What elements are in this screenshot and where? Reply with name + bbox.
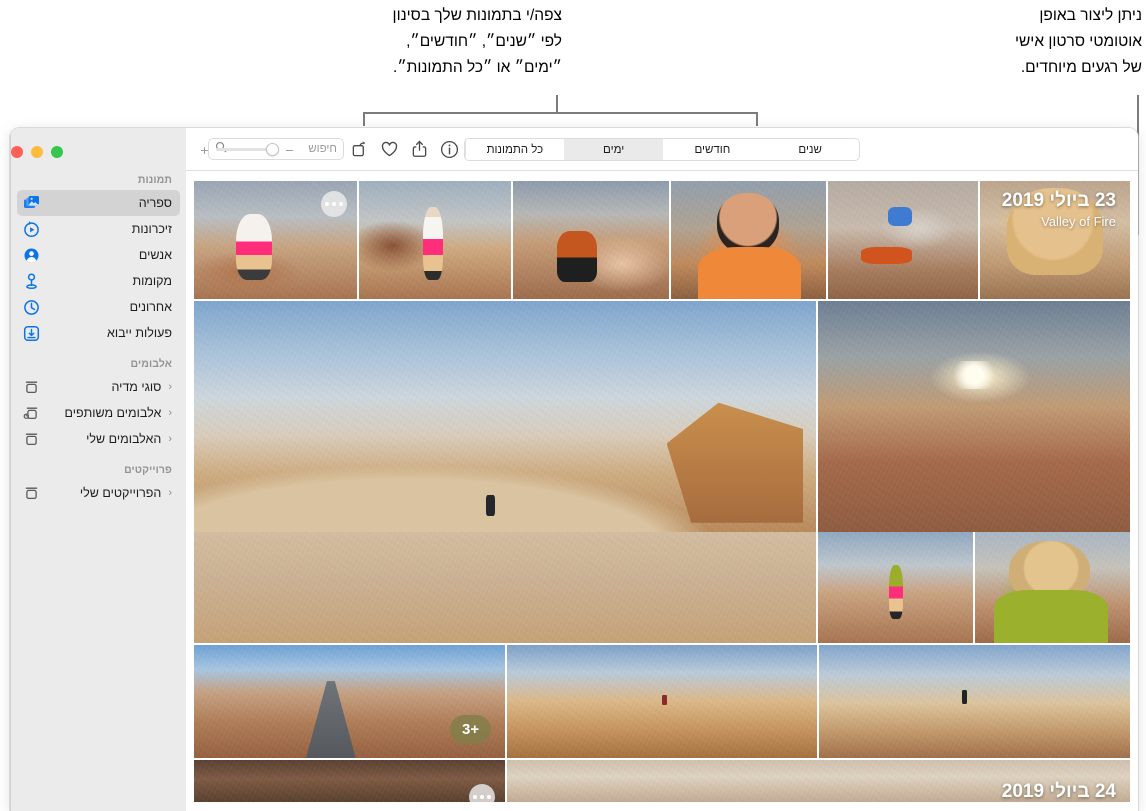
thumbnail-zoom-control[interactable]: + − bbox=[186, 128, 294, 171]
zoom-decrease-label[interactable]: − bbox=[285, 143, 294, 157]
heart-icon bbox=[380, 140, 399, 159]
photo-thumbnail[interactable] bbox=[194, 760, 505, 802]
imports-icon bbox=[23, 325, 40, 342]
photo-thumbnail[interactable] bbox=[670, 181, 826, 299]
photo-thumbnail[interactable] bbox=[827, 181, 978, 299]
photo-thumbnail[interactable]: +3 bbox=[194, 645, 506, 758]
sidebar-item-shared-albums[interactable]: אלבומים משותפים ‹ bbox=[17, 400, 180, 426]
sidebar-item-label: אלבומים משותפים bbox=[64, 406, 162, 420]
sidebar-item-label: מקומות bbox=[132, 274, 172, 288]
sidebar-item-media-types[interactable]: סוגי מדיה ‹ bbox=[17, 374, 180, 400]
sidebar-item-label: אחרונים bbox=[129, 300, 172, 314]
share-icon bbox=[411, 140, 428, 158]
photo-thumbnail[interactable] bbox=[513, 181, 669, 299]
photo-grid[interactable]: 23 ביולי 2019 Valley of Fire +3 24 ביולי… bbox=[186, 171, 1138, 811]
minimize-button[interactable] bbox=[31, 146, 43, 158]
sidebar-item-label: אנשים bbox=[138, 248, 172, 262]
photo-thumbnail[interactable] bbox=[975, 532, 1131, 643]
info-button[interactable] bbox=[434, 135, 464, 163]
zoom-increase-label[interactable]: + bbox=[200, 143, 209, 157]
photo-hero-continuation[interactable] bbox=[194, 532, 817, 643]
tab-months[interactable]: חודשים bbox=[663, 139, 762, 160]
sidebar-item-label: סוגי מדיה bbox=[111, 380, 162, 394]
zoom-slider-knob[interactable] bbox=[266, 143, 279, 156]
sidebar: תמונות ספריה זיכרונות אנשים מקומות אחרונ… bbox=[10, 128, 186, 811]
more-options-badge[interactable] bbox=[468, 784, 495, 802]
rotate-button[interactable] bbox=[344, 135, 374, 163]
info-icon bbox=[440, 140, 459, 159]
callout-text-filters: צפה/י בתמונות שלך בסינון לפי ״שנים״, ״חו… bbox=[392, 7, 562, 76]
sidebar-section-title-projects: פרוייקטים bbox=[124, 464, 172, 476]
memories-icon bbox=[23, 220, 40, 238]
favorite-button[interactable] bbox=[374, 135, 404, 163]
photo-row: 23 ביולי 2019 Valley of Fire bbox=[186, 181, 1138, 299]
extra-photos-badge[interactable]: +3 bbox=[449, 715, 492, 744]
zoom-slider[interactable] bbox=[216, 143, 279, 157]
photo-row bbox=[186, 301, 1138, 532]
tab-all-photos[interactable]: כל התמונות bbox=[465, 139, 564, 160]
chevron-left-icon[interactable]: ‹ bbox=[168, 381, 172, 393]
tab-days[interactable]: ימים bbox=[563, 139, 663, 160]
chevron-left-icon[interactable]: ‹ bbox=[168, 407, 172, 419]
sidebar-group-photos: ספריה זיכרונות אנשים מקומות אחרונים פעול… bbox=[11, 190, 186, 346]
sidebar-item-library[interactable]: ספריה bbox=[17, 190, 180, 216]
photo-row bbox=[186, 532, 1138, 643]
window-traffic-lights bbox=[11, 136, 186, 162]
sidebar-group-projects: הפרוייקטים שלי ‹ bbox=[11, 480, 186, 506]
photo-thumbnail[interactable] bbox=[818, 532, 974, 643]
album-icon bbox=[23, 485, 40, 502]
photo-thumbnail[interactable] bbox=[358, 181, 512, 299]
sidebar-section-title-albums: אלבומים bbox=[130, 358, 172, 370]
chevron-left-icon[interactable]: ‹ bbox=[168, 487, 172, 499]
close-button[interactable] bbox=[11, 146, 23, 158]
share-button[interactable] bbox=[404, 135, 434, 163]
zoom-button[interactable] bbox=[51, 146, 63, 158]
sidebar-group-albums: סוגי מדיה ‹ אלבומים משותפים ‹ האלבומים ש… bbox=[11, 374, 186, 452]
sidebar-item-label: ספריה bbox=[138, 196, 172, 210]
sidebar-item-label: הפרוייקטים שלי bbox=[79, 486, 162, 500]
sidebar-item-recents[interactable]: אחרונים bbox=[17, 294, 180, 320]
photo-thumbnail[interactable] bbox=[507, 645, 817, 758]
photo-thumbnail[interactable]: 23 ביולי 2019 Valley of Fire bbox=[979, 181, 1130, 299]
photos-app-window: תמונות ספריה זיכרונות אנשים מקומות אחרונ… bbox=[10, 128, 1138, 811]
callout-leader-tick-left bbox=[363, 112, 365, 126]
places-icon bbox=[23, 272, 40, 290]
sidebar-item-memories[interactable]: זיכרונות bbox=[17, 216, 180, 242]
sidebar-item-label: פעולות ייבוא bbox=[107, 326, 172, 340]
photo-row: 24 ביולי 2019 bbox=[186, 760, 1138, 802]
sidebar-item-my-albums[interactable]: האלבומים שלי ‹ bbox=[17, 426, 180, 452]
recents-icon bbox=[23, 299, 40, 316]
sidebar-section-title-photos: תמונות bbox=[137, 174, 172, 186]
callout-leader-stem-left bbox=[556, 95, 558, 113]
album-icon bbox=[23, 431, 40, 448]
tab-years[interactable]: שנים bbox=[761, 139, 859, 160]
sidebar-item-label: האלבומים שלי bbox=[86, 432, 162, 446]
photo-thumbnail[interactable] bbox=[818, 645, 1130, 758]
photo-thumbnail[interactable] bbox=[194, 181, 357, 299]
album-icon bbox=[23, 379, 40, 396]
photo-row: +3 bbox=[186, 645, 1138, 758]
more-options-badge[interactable] bbox=[320, 191, 347, 217]
callout-text-memories: ניתן ליצור באופן אוטומטי סרטון אישי של ר… bbox=[1014, 7, 1142, 76]
people-icon bbox=[23, 247, 40, 264]
sidebar-item-places[interactable]: מקומות bbox=[17, 268, 180, 294]
sidebar-item-label: זיכרונות bbox=[131, 222, 172, 236]
main-content: כל התמונות ימים חודשים שנים + − bbox=[186, 128, 1138, 811]
view-mode-segmented-control[interactable]: כל התמונות ימים חודשים שנים bbox=[464, 138, 860, 161]
photo-thumbnail[interactable]: 24 ביולי 2019 bbox=[506, 760, 1130, 802]
sidebar-item-people[interactable]: אנשים bbox=[17, 242, 180, 268]
rotate-icon bbox=[351, 140, 368, 158]
callout-leader-bar-left bbox=[363, 112, 758, 114]
sidebar-item-my-projects[interactable]: הפרוייקטים שלי ‹ bbox=[17, 480, 180, 506]
sidebar-item-imports[interactable]: פעולות ייבוא bbox=[17, 320, 180, 346]
library-icon bbox=[23, 195, 40, 212]
photo-thumbnail[interactable] bbox=[194, 301, 816, 532]
shared-album-icon bbox=[23, 405, 40, 422]
callout-leader-tick-right bbox=[756, 112, 758, 126]
screenshot-root: צפה/י בתמונות שלך בסינון לפי ״שנים״, ״חו… bbox=[0, 0, 1146, 811]
toolbar: כל התמונות ימים חודשים שנים + − bbox=[186, 128, 1138, 171]
chevron-left-icon[interactable]: ‹ bbox=[168, 433, 172, 445]
photo-thumbnail[interactable] bbox=[817, 301, 1130, 532]
